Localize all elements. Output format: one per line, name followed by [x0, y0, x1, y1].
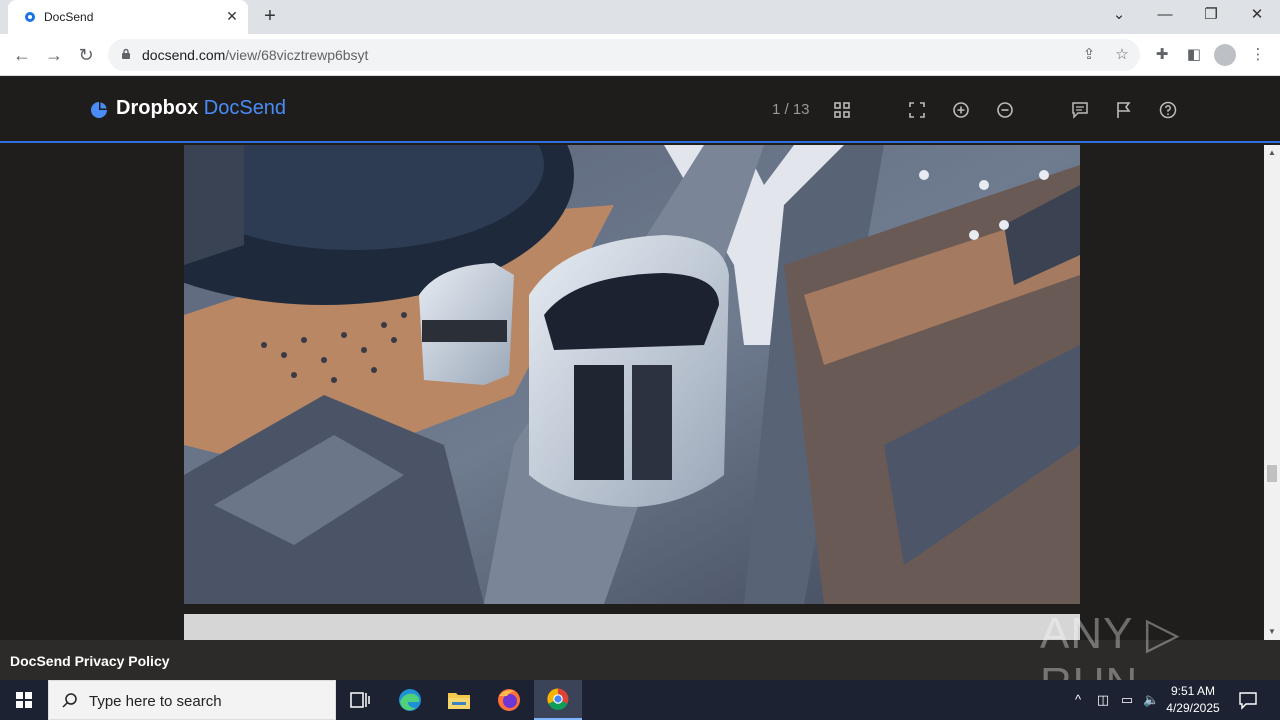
scroll-thumb[interactable]	[1267, 465, 1277, 482]
slide-image	[184, 145, 1080, 604]
tray-chevron-icon[interactable]: ^	[1070, 692, 1086, 708]
restore-button[interactable]: ❐	[1188, 0, 1234, 30]
docsend-logo-icon	[91, 102, 107, 118]
tab-search-icon[interactable]: ⌄	[1096, 0, 1142, 30]
vertical-scrollbar[interactable]: ▲ ▼	[1264, 145, 1280, 640]
grid-view-icon[interactable]	[833, 101, 851, 119]
meet-now-icon[interactable]: ◫	[1095, 692, 1111, 708]
privacy-policy-link[interactable]: DocSend Privacy Policy	[10, 653, 170, 669]
taskbar-search-box[interactable]: Type here to search	[48, 680, 336, 720]
address-bar[interactable]: docsend.com/view/68vicztrewp6bsyt ⇪ ☆	[108, 39, 1140, 71]
task-view-icon[interactable]	[336, 680, 384, 720]
next-slide-preview	[184, 614, 1080, 640]
tab-title: DocSend	[44, 10, 94, 24]
tab-strip: DocSend ✕ + ⌄ — ❐ ✕	[0, 0, 1280, 34]
taskbar-clock[interactable]: 9:51 AM 4/29/2025	[1160, 683, 1226, 717]
network-icon[interactable]: ▭	[1119, 692, 1135, 708]
forward-icon[interactable]: →	[42, 43, 66, 67]
search-icon	[62, 693, 77, 708]
file-explorer-icon[interactable]	[435, 680, 483, 720]
share-icon[interactable]: ⇪	[1080, 46, 1098, 64]
search-placeholder: Type here to search	[89, 693, 222, 710]
clock-time: 9:51 AM	[1170, 684, 1216, 698]
scroll-up-icon[interactable]: ▲	[1267, 148, 1277, 158]
tab-docsend[interactable]: DocSend ✕	[8, 0, 248, 34]
lock-icon	[122, 48, 130, 59]
extensions-icon[interactable]: ✚	[1152, 45, 1172, 65]
bookmark-star-icon[interactable]: ☆	[1113, 46, 1131, 64]
tab-close-icon[interactable]: ✕	[224, 8, 240, 24]
side-panel-icon[interactable]: ◧	[1184, 45, 1204, 65]
zoom-in-icon[interactable]	[952, 101, 970, 119]
minimize-button[interactable]: —	[1142, 0, 1188, 30]
chrome-icon[interactable]	[534, 680, 582, 720]
document-viewer[interactable]	[0, 145, 1264, 640]
back-icon[interactable]: ←	[10, 43, 34, 67]
browser-toolbar: ← → ↻ docsend.com/view/68vicztrewp6bsyt …	[0, 34, 1280, 76]
windows-start-icon[interactable]	[0, 680, 48, 720]
edge-browser-icon[interactable]	[386, 680, 434, 720]
close-window-button[interactable]: ✕	[1234, 0, 1280, 30]
page-indicator: 1 / 13	[772, 101, 810, 118]
help-icon[interactable]	[1159, 101, 1177, 119]
firefox-icon[interactable]	[485, 680, 533, 720]
docsend-favicon-icon	[25, 12, 35, 22]
docsend-header: Dropbox DocSend 1 / 13	[0, 77, 1280, 143]
reload-icon[interactable]: ↻	[74, 43, 98, 67]
zoom-out-icon[interactable]	[996, 101, 1014, 119]
profile-avatar[interactable]	[1214, 44, 1236, 66]
brand-logo: Dropbox DocSend	[116, 97, 287, 119]
notifications-icon[interactable]	[1238, 690, 1258, 710]
url-text: docsend.com/view/68vicztrewp6bsyt	[142, 47, 369, 63]
volume-icon[interactable]: 🔈	[1143, 692, 1159, 708]
clock-date: 4/29/2025	[1166, 701, 1220, 715]
flag-icon[interactable]	[1115, 101, 1133, 119]
menu-kebab-icon[interactable]: ⋮	[1248, 45, 1268, 65]
new-tab-button[interactable]: +	[260, 6, 280, 26]
windows-taskbar: Type here to search ^ ◫ ▭ 🔈 9:51 AM 4/29…	[0, 680, 1280, 720]
fullscreen-icon[interactable]	[908, 101, 926, 119]
comment-icon[interactable]	[1071, 101, 1089, 119]
